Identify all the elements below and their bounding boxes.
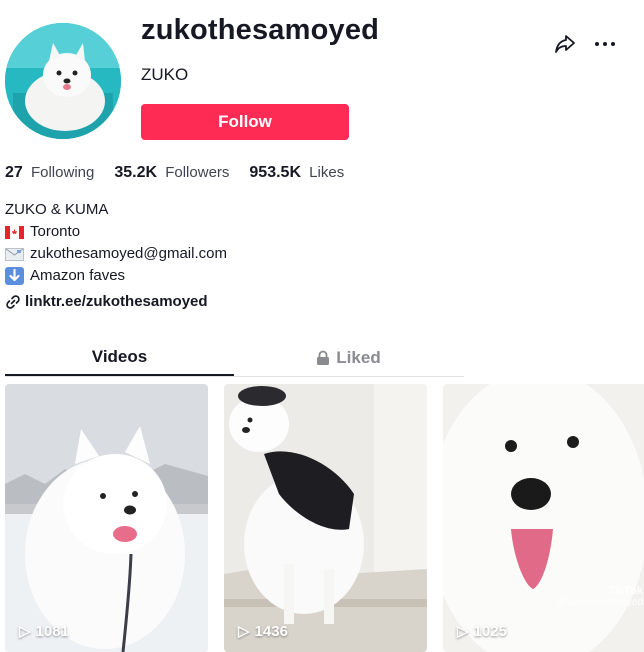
tiktok-watermark: TikTok @zukothesamoyed bbox=[557, 585, 643, 608]
video-views: 1025 bbox=[473, 622, 507, 640]
video-view-count: ▷ 1025 bbox=[457, 622, 507, 641]
bio-title: ZUKO & KUMA bbox=[5, 201, 109, 218]
watermark-handle: @zukothesamoyed bbox=[557, 597, 643, 608]
video-thumbnail bbox=[224, 384, 427, 652]
bio-link[interactable]: linktr.ee/zukothesamoyed bbox=[5, 293, 208, 310]
video-thumbnail bbox=[443, 384, 644, 652]
video-card[interactable]: TikTok @zukothesamoyed ▷ 1025 bbox=[443, 384, 644, 652]
play-icon: ▷ bbox=[19, 623, 31, 640]
play-icon: ▷ bbox=[457, 623, 469, 640]
bio-line: ZUKO & KUMA bbox=[5, 199, 227, 221]
bio-location: Toronto bbox=[30, 223, 81, 240]
following-count: 27 bbox=[5, 164, 23, 181]
followers-label: Followers bbox=[165, 164, 230, 181]
following-label: Following bbox=[30, 164, 95, 181]
tab-videos-label: Videos bbox=[91, 347, 148, 366]
followers-count: 35.2K bbox=[114, 164, 158, 181]
lock-icon bbox=[317, 350, 330, 365]
tab-liked-label: Liked bbox=[336, 348, 381, 367]
canada-flag-icon bbox=[5, 225, 24, 239]
video-views: 1081 bbox=[35, 622, 69, 640]
video-view-count: ▷ 1081 bbox=[19, 622, 69, 641]
video-views: 1436 bbox=[254, 622, 288, 640]
play-icon: ▷ bbox=[238, 623, 250, 640]
avatar[interactable] bbox=[5, 23, 121, 139]
follow-button[interactable]: Follow bbox=[141, 104, 349, 140]
bio-link-text: linktr.ee/zukothesamoyed bbox=[25, 293, 208, 310]
video-card[interactable]: ▷ 1081 bbox=[5, 384, 208, 652]
down-arrow-icon bbox=[5, 267, 24, 285]
envelope-icon bbox=[5, 247, 24, 261]
stat-likes: 953.5K Likes bbox=[249, 164, 344, 182]
profile-tabs: Videos Liked bbox=[5, 340, 464, 377]
profile-bio: ZUKO & KUMA Toronto zukothesamoyed@gmail… bbox=[5, 199, 227, 287]
stat-following[interactable]: 27 Following bbox=[5, 164, 94, 182]
more-options-icon[interactable] bbox=[594, 34, 616, 54]
profile-nickname: ZUKO bbox=[141, 65, 189, 84]
likes-label: Likes bbox=[309, 164, 345, 181]
profile-stats: 27 Following 35.2K Followers 953.5K Like… bbox=[5, 164, 344, 182]
tab-videos[interactable]: Videos bbox=[5, 340, 234, 376]
bio-email: zukothesamoyed@gmail.com bbox=[30, 245, 227, 262]
tab-liked[interactable]: Liked bbox=[234, 340, 463, 376]
video-thumbnail bbox=[5, 384, 208, 652]
bio-line: zukothesamoyed@gmail.com bbox=[5, 243, 227, 265]
bio-amazon: Amazon faves bbox=[30, 267, 126, 284]
profile-username: zukothesamoyed bbox=[141, 14, 380, 46]
watermark-brand: TikTok bbox=[608, 585, 643, 597]
share-icon[interactable] bbox=[554, 33, 576, 55]
bio-line: Toronto bbox=[5, 221, 227, 243]
likes-count: 953.5K bbox=[249, 164, 301, 181]
bio-line: Amazon faves bbox=[5, 265, 227, 287]
video-view-count: ▷ 1436 bbox=[238, 622, 288, 641]
link-icon bbox=[6, 294, 20, 309]
video-card[interactable]: ▷ 1436 bbox=[224, 384, 427, 652]
stat-followers[interactable]: 35.2K Followers bbox=[114, 164, 229, 182]
